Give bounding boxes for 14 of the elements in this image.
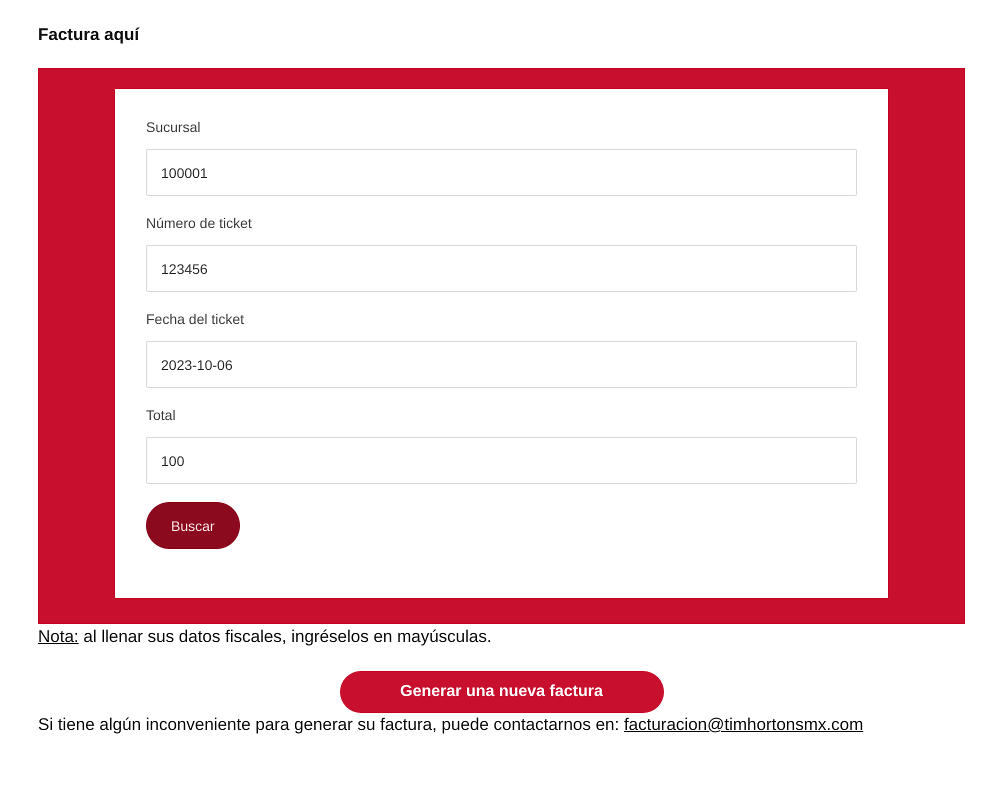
email-link[interactable]: facturacion@timhortonsmx.com <box>624 715 864 734</box>
input-field[interactable]: 100001 <box>146 149 857 196</box>
note-text: Nota: al llenar sus datos fiscales, ingréselos en mayúsculas. <box>38 626 493 648</box>
input-field[interactable]: 123456 <box>146 245 857 292</box>
field-label: Sucursal <box>146 118 200 136</box>
input-field[interactable]: 2023-10-06 <box>146 341 857 388</box>
field-label: Total <box>146 406 176 424</box>
field-label: Número de ticket <box>146 214 252 232</box>
new-invoice-button[interactable]: Generar una nueva factura <box>340 671 664 713</box>
field-label: Fecha del ticket <box>146 310 244 328</box>
contact-text: Si tiene algún inconveniente para generar su factura, puede contactarnos en: facturacion@timhortonsmx.com <box>38 714 864 736</box>
page-heading: Factura aquí <box>38 24 140 46</box>
input-field[interactable]: 100 <box>146 437 857 484</box>
search-button[interactable]: Buscar <box>146 502 240 549</box>
